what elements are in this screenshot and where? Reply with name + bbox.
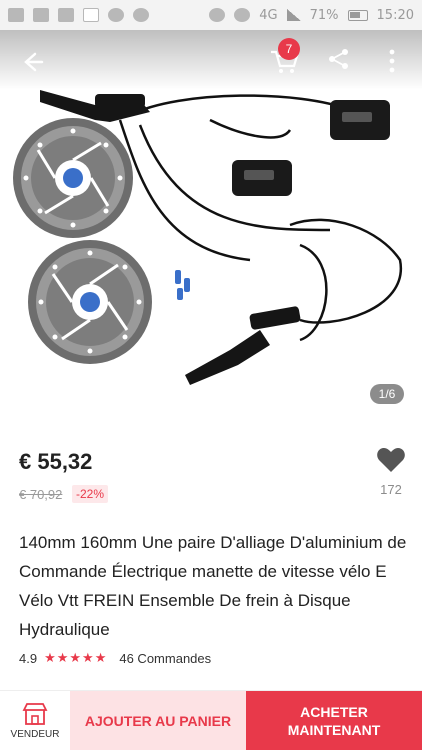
document-icon bbox=[33, 8, 49, 22]
store-icon bbox=[22, 703, 48, 725]
wifi-icon bbox=[133, 8, 149, 22]
wishlist-count: 172 bbox=[380, 482, 402, 497]
bottom-action-bar: VENDEUR AJOUTER AU PANIER ACHETER MAINTE… bbox=[0, 690, 422, 750]
sync-icon bbox=[209, 8, 226, 22]
back-arrow-icon bbox=[24, 52, 44, 72]
product-title: 140mm 160mm Une paire D'alliage D'alumin… bbox=[19, 533, 407, 639]
system-icons: 4G 71% 15:20 bbox=[209, 8, 414, 23]
rating-value: 4.9 bbox=[19, 650, 38, 666]
star-rating-icon: ★★★★★ bbox=[44, 650, 108, 665]
seller-label: VENDEUR bbox=[10, 729, 60, 740]
orders-count: 46 Commandes bbox=[119, 650, 212, 666]
image-icon bbox=[58, 8, 74, 22]
original-price: € 70,92 bbox=[19, 487, 63, 502]
status-bar: 4G 71% 15:20 bbox=[0, 0, 422, 30]
heart-icon bbox=[377, 448, 405, 472]
network-type: 4G bbox=[259, 7, 278, 23]
back-button[interactable] bbox=[18, 48, 46, 76]
signal-icon bbox=[286, 9, 301, 21]
add-to-cart-button[interactable]: AJOUTER AU PANIER bbox=[70, 691, 246, 750]
cart-count-badge: 7 bbox=[278, 38, 300, 60]
rating-row[interactable]: 4.9 ★★★★★ 46 Commandes bbox=[19, 650, 211, 666]
instagram-icon bbox=[108, 8, 124, 22]
seller-button[interactable]: VENDEUR bbox=[0, 691, 70, 750]
alarm-icon bbox=[234, 8, 251, 22]
clock: 15:20 bbox=[376, 7, 414, 23]
product-gallery[interactable] bbox=[0, 30, 422, 412]
battery-icon bbox=[347, 9, 368, 21]
more-button[interactable] bbox=[387, 48, 397, 74]
discount-badge: -22% bbox=[72, 485, 109, 503]
share-button[interactable] bbox=[328, 48, 350, 70]
product-price: € 55,32 bbox=[19, 449, 93, 474]
wishlist-button[interactable] bbox=[376, 447, 406, 473]
share-icon bbox=[329, 49, 348, 69]
message-icon bbox=[8, 8, 24, 22]
battery-percent: 71% bbox=[309, 7, 339, 23]
gallery-page-indicator: 1/6 bbox=[370, 384, 404, 404]
notification-icons bbox=[8, 8, 149, 22]
aliexpress-icon bbox=[83, 8, 99, 22]
buy-now-button[interactable]: ACHETER MAINTENANT bbox=[246, 691, 422, 750]
product-image bbox=[0, 30, 422, 385]
more-vertical-icon bbox=[389, 49, 395, 73]
